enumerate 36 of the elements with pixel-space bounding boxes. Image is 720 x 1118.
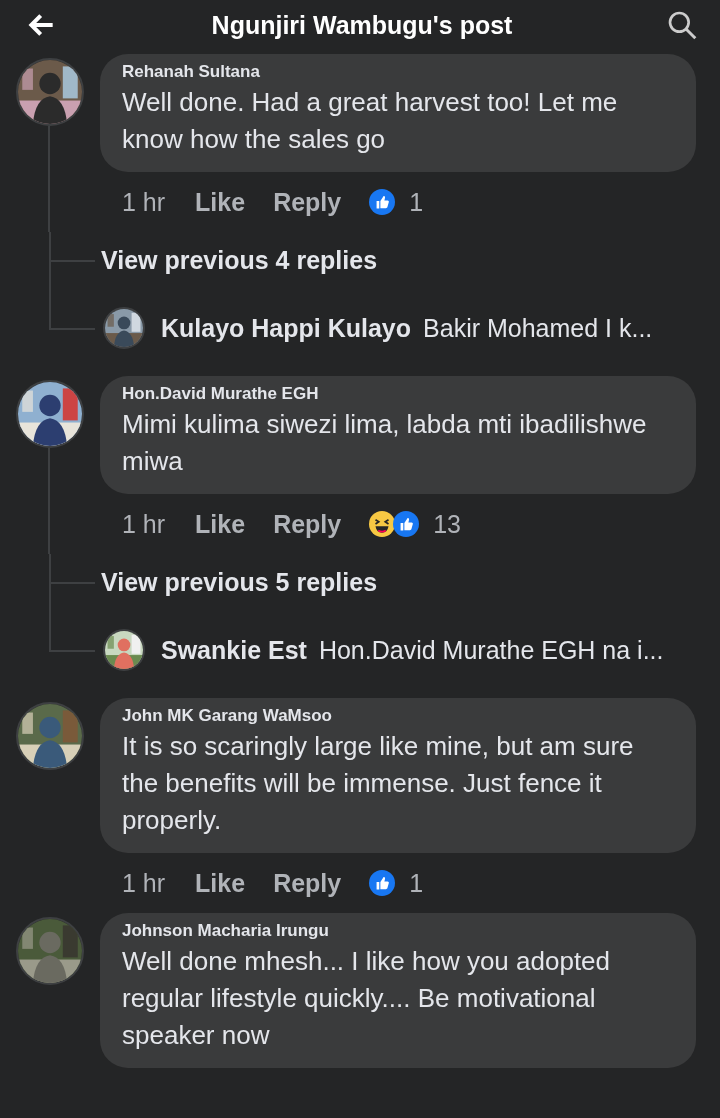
comment-author[interactable]: Rehanah Sultana: [122, 62, 674, 82]
reply-preview-text[interactable]: Bakir Mohamed I k...: [423, 313, 653, 343]
thread-connector: [49, 288, 95, 330]
comment-text: Mimi kulima siwezi lima, labda mti ibadilishwe miwa: [122, 408, 648, 478]
reaction-count: 1: [409, 187, 424, 217]
page-title: Ngunjiri Wambugu's post: [211, 10, 513, 40]
reply-button[interactable]: Reply: [273, 187, 342, 217]
reply-preview-text[interactable]: Hon.David Murathe EGH na i...: [318, 635, 664, 665]
search-icon[interactable]: [666, 9, 698, 41]
view-replies-link[interactable]: View previous 5 replies: [101, 567, 378, 597]
thread-connector: [49, 610, 95, 652]
comment-author[interactable]: Johnson Macharia Irungu: [122, 921, 674, 941]
thumbs-up-icon: [369, 870, 396, 896]
comment-text: Well done. Had a great harvest too! Let me know how the sales go: [122, 86, 619, 156]
reaction-count: 13: [433, 509, 462, 539]
comment-author[interactable]: John MK Garang WaMsoo: [122, 706, 674, 726]
comment-time: 1 hr: [122, 868, 166, 898]
thumbs-up-icon: [393, 511, 420, 537]
like-button[interactable]: Like: [195, 187, 246, 217]
reply-author[interactable]: Kulayo Happi Kulayo: [161, 313, 412, 343]
comment-author[interactable]: Hon.David Murathe EGH: [122, 384, 674, 404]
thread-connector: [49, 554, 95, 584]
comment-time: 1 hr: [122, 187, 166, 217]
comment-text: It is so scaringly large like mine, but am sure the benefits will be immense. Just fence it properly.: [122, 730, 635, 837]
reaction-count: 1: [409, 868, 424, 898]
view-replies-link[interactable]: View previous 4 replies: [101, 245, 378, 275]
laughing-face-icon: [369, 511, 396, 537]
thread-connector: [49, 232, 95, 262]
reply-author[interactable]: Swankie Est: [161, 635, 307, 665]
reply-button[interactable]: Reply: [273, 868, 342, 898]
thumbs-up-icon: [369, 189, 396, 215]
like-button[interactable]: Like: [195, 509, 246, 539]
reply-button[interactable]: Reply: [273, 509, 342, 539]
comment-time: 1 hr: [122, 509, 166, 539]
comment-text: Well done mhesh... I like how you adopted regular lifestyle quickly.... Be motivational speaker now: [122, 945, 612, 1052]
like-button[interactable]: Like: [195, 868, 246, 898]
